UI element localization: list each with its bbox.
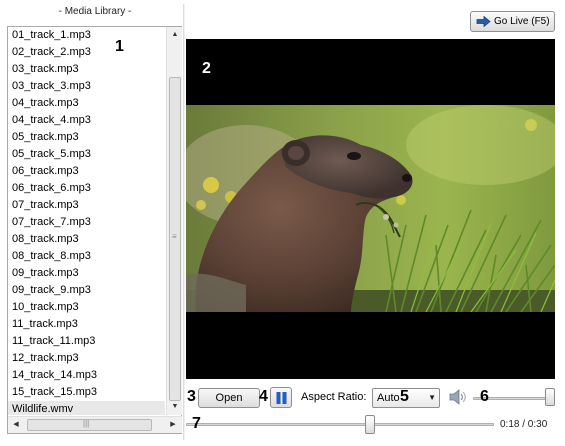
media-library-item[interactable]: 06_track.mp3 [8, 163, 165, 180]
media-library-list[interactable]: 01_track_1.mp3 02_track_2.mp3 03_track.mp3… [8, 27, 165, 415]
open-button[interactable]: Open [198, 388, 260, 408]
media-library-item[interactable]: 08_track_8.mp3 [8, 248, 165, 265]
media-library-item[interactable]: 05_track_5.mp3 [8, 146, 165, 163]
time-display: 0:18 / 0:30 [500, 419, 548, 430]
media-library-item[interactable]: 10_track.mp3 [8, 299, 165, 316]
media-library-item[interactable]: 07_track_7.mp3 [8, 214, 165, 231]
media-library-item[interactable]: 09_track_9.mp3 [8, 282, 165, 299]
horizontal-scrollbar[interactable]: ◀ ||| ▶ [8, 416, 182, 433]
video-display[interactable] [186, 39, 555, 379]
media-library-title: - Media Library - [58, 6, 132, 17]
panel-splitter[interactable] [183, 4, 185, 440]
seek-slider-track[interactable] [186, 423, 494, 426]
media-library-item[interactable]: 08_track.mp3 [8, 231, 165, 248]
media-library-item[interactable]: 04_track_4.mp3 [8, 112, 165, 129]
go-live-label: Go Live (F5) [494, 16, 550, 27]
scroll-up-arrow-icon[interactable]: ▲ [167, 27, 183, 43]
video-frame-image [186, 105, 555, 312]
annotation-number-3: 3 [187, 388, 196, 405]
aspect-ratio-value: Auto [377, 392, 400, 404]
media-library-item[interactable]: 15_track_15.mp3 [8, 384, 165, 401]
seek-slider-thumb[interactable] [365, 415, 375, 434]
scroll-right-arrow-icon[interactable]: ▶ [165, 417, 181, 433]
scroll-down-arrow-icon[interactable]: ▼ [167, 399, 183, 415]
annotation-number-2: 2 [202, 60, 211, 77]
pause-icon [276, 392, 287, 404]
go-live-button[interactable]: Go Live (F5) [470, 11, 555, 32]
media-library-item[interactable]: 14_track_14.mp3 [8, 367, 165, 384]
annotation-number-5: 5 [400, 388, 409, 405]
media-library-item[interactable]: 11_track.mp3 [8, 316, 165, 333]
volume-slider-thumb[interactable] [545, 388, 555, 406]
aspect-ratio-label: Aspect Ratio: [301, 391, 367, 403]
media-library-item[interactable]: 09_track.mp3 [8, 265, 165, 282]
annotation-number-7: 7 [192, 415, 201, 432]
annotation-number-1: 1 [115, 38, 124, 55]
dropdown-arrow-icon: ▼ [428, 393, 436, 402]
media-library-panel: 01_track_1.mp3 02_track_2.mp3 03_track.mp3… [7, 26, 182, 434]
arrow-right-icon [476, 16, 491, 27]
media-library-item[interactable]: 07_track.mp3 [8, 197, 165, 214]
media-library-item[interactable]: 03_track.mp3 [8, 61, 165, 78]
scroll-grip-icon: ||| [83, 419, 90, 428]
scroll-left-arrow-icon[interactable]: ◀ [8, 417, 24, 433]
scroll-grip-icon: ≡ [172, 232, 177, 241]
media-library-item[interactable]: 11_track_11.mp3 [8, 333, 165, 350]
horizontal-scroll-thumb[interactable]: ||| [27, 419, 152, 431]
annotation-number-4: 4 [259, 388, 268, 405]
media-library-item[interactable]: 02_track_2.mp3 [8, 44, 165, 61]
vertical-scrollbar[interactable]: ▲ ≡ ▼ [166, 27, 182, 415]
pause-button[interactable] [270, 387, 292, 408]
media-library-item[interactable]: 12_track.mp3 [8, 350, 165, 367]
vertical-scroll-thumb[interactable]: ≡ [169, 77, 181, 401]
media-library-item[interactable]: 04_track.mp3 [8, 95, 165, 112]
media-library-item[interactable]: Wildlife.wmv [8, 401, 165, 415]
annotation-number-6: 6 [480, 388, 489, 405]
media-library-item[interactable]: 06_track_6.mp3 [8, 180, 165, 197]
media-library-item[interactable]: 05_track.mp3 [8, 129, 165, 146]
speaker-icon[interactable] [449, 389, 467, 405]
media-library-item[interactable]: 01_track_1.mp3 [8, 27, 165, 44]
media-library-item[interactable]: 03_track_3.mp3 [8, 78, 165, 95]
